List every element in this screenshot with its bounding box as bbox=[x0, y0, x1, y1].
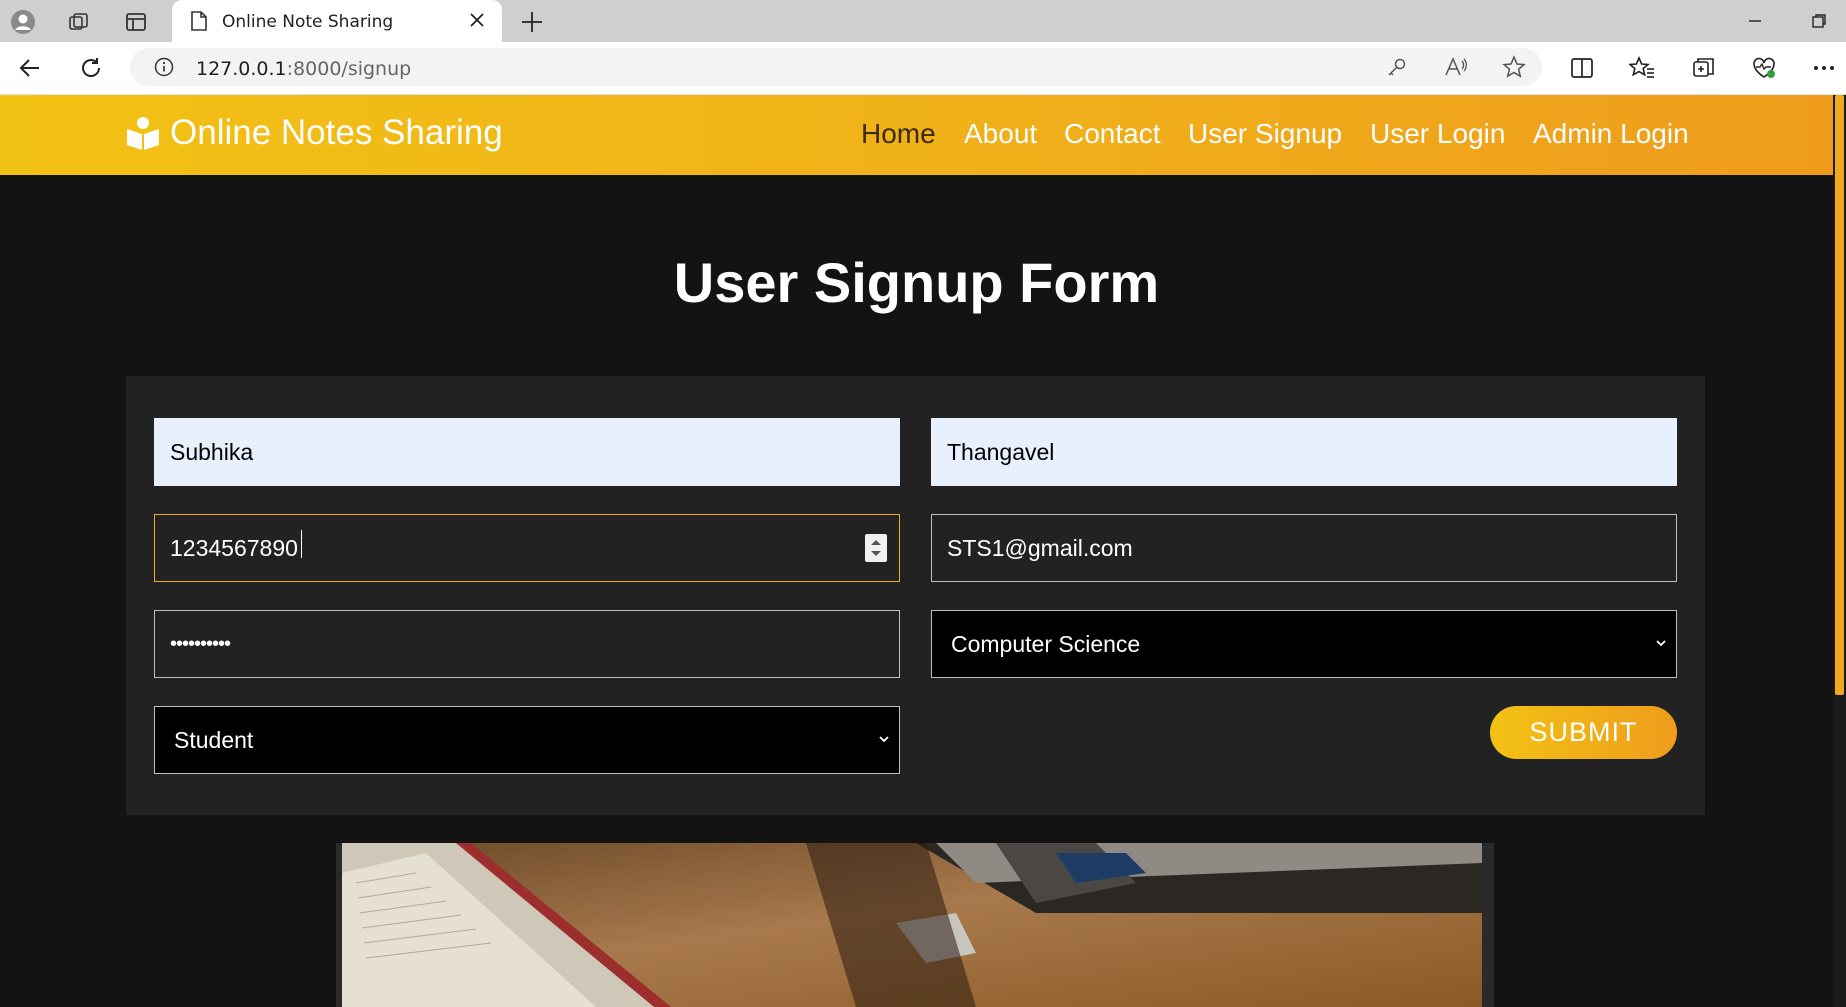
tab-actions-icon[interactable] bbox=[123, 9, 149, 35]
last-name-field bbox=[931, 418, 1677, 486]
back-icon[interactable] bbox=[16, 54, 44, 82]
url-bar[interactable]: 127.0.0.1:8000/signup bbox=[130, 48, 1542, 86]
split-screen-icon[interactable] bbox=[1568, 54, 1596, 82]
key-icon[interactable] bbox=[1386, 56, 1408, 78]
scrollbar-thumb[interactable] bbox=[1835, 95, 1844, 695]
email-input[interactable] bbox=[932, 515, 1676, 581]
browser-tab-active[interactable]: Online Note Sharing bbox=[172, 0, 502, 42]
submit-button[interactable]: SUBMIT bbox=[1490, 706, 1677, 759]
address-bar-row: 127.0.0.1:8000/signup bbox=[0, 42, 1846, 95]
profile-icon[interactable] bbox=[10, 9, 36, 35]
collections-icon[interactable] bbox=[1690, 54, 1718, 82]
page-scrollbar[interactable] bbox=[1833, 95, 1846, 1007]
first-name-input[interactable] bbox=[155, 419, 899, 485]
study-desk-image bbox=[336, 843, 1494, 1007]
contact-number-input[interactable] bbox=[155, 515, 899, 581]
refresh-icon[interactable] bbox=[77, 54, 105, 82]
email-field bbox=[931, 514, 1677, 582]
tab-title: Online Note Sharing bbox=[222, 12, 394, 32]
nav-admin-login[interactable]: Admin Login bbox=[1533, 118, 1689, 150]
chevron-down-icon bbox=[1656, 640, 1666, 647]
workspaces-icon[interactable] bbox=[66, 9, 92, 35]
url-text: 127.0.0.1:8000/signup bbox=[196, 58, 412, 80]
nav-about[interactable]: About bbox=[964, 118, 1037, 150]
branch-select[interactable]: Computer Science bbox=[931, 610, 1677, 678]
chevron-down-icon bbox=[879, 736, 889, 743]
nav-user-signup[interactable]: User Signup bbox=[1188, 118, 1342, 150]
nav-user-login[interactable]: User Login bbox=[1370, 118, 1505, 150]
branch-selected-value: Computer Science bbox=[951, 630, 1141, 657]
favorites-icon[interactable] bbox=[1628, 54, 1656, 82]
read-aloud-icon[interactable] bbox=[1444, 56, 1468, 78]
site-info-icon[interactable] bbox=[154, 57, 174, 77]
new-tab-icon[interactable] bbox=[518, 8, 546, 36]
role-select[interactable]: Student bbox=[154, 706, 900, 774]
contact-field bbox=[154, 514, 900, 582]
page-icon bbox=[191, 11, 207, 31]
role-selected-value: Student bbox=[174, 726, 254, 753]
restore-icon[interactable] bbox=[1808, 10, 1830, 32]
reader-logo-icon bbox=[127, 117, 159, 150]
browser-essentials-icon[interactable] bbox=[1750, 54, 1778, 82]
site-header: Online Notes Sharing Home About Contact … bbox=[0, 95, 1833, 175]
number-spinner[interactable] bbox=[865, 534, 887, 562]
brand-link[interactable]: Online Notes Sharing bbox=[126, 113, 503, 153]
password-input[interactable] bbox=[155, 611, 899, 677]
page-title: User Signup Form bbox=[673, 251, 1160, 314]
favorite-star-icon[interactable] bbox=[1502, 55, 1526, 79]
close-tab-icon[interactable] bbox=[466, 9, 488, 31]
spinner-arrows-icon bbox=[871, 540, 881, 556]
browser-tab-bar: Online Note Sharing bbox=[0, 0, 1846, 42]
minimize-icon[interactable] bbox=[1744, 10, 1766, 32]
last-name-input[interactable] bbox=[932, 419, 1676, 485]
nav-home[interactable]: Home bbox=[861, 118, 936, 150]
first-name-field bbox=[154, 418, 900, 486]
text-cursor bbox=[301, 530, 302, 558]
brand-name: Online Notes Sharing bbox=[170, 113, 503, 152]
more-options-icon[interactable] bbox=[1810, 54, 1838, 82]
password-field bbox=[154, 610, 900, 678]
nav-contact[interactable]: Contact bbox=[1064, 118, 1161, 150]
